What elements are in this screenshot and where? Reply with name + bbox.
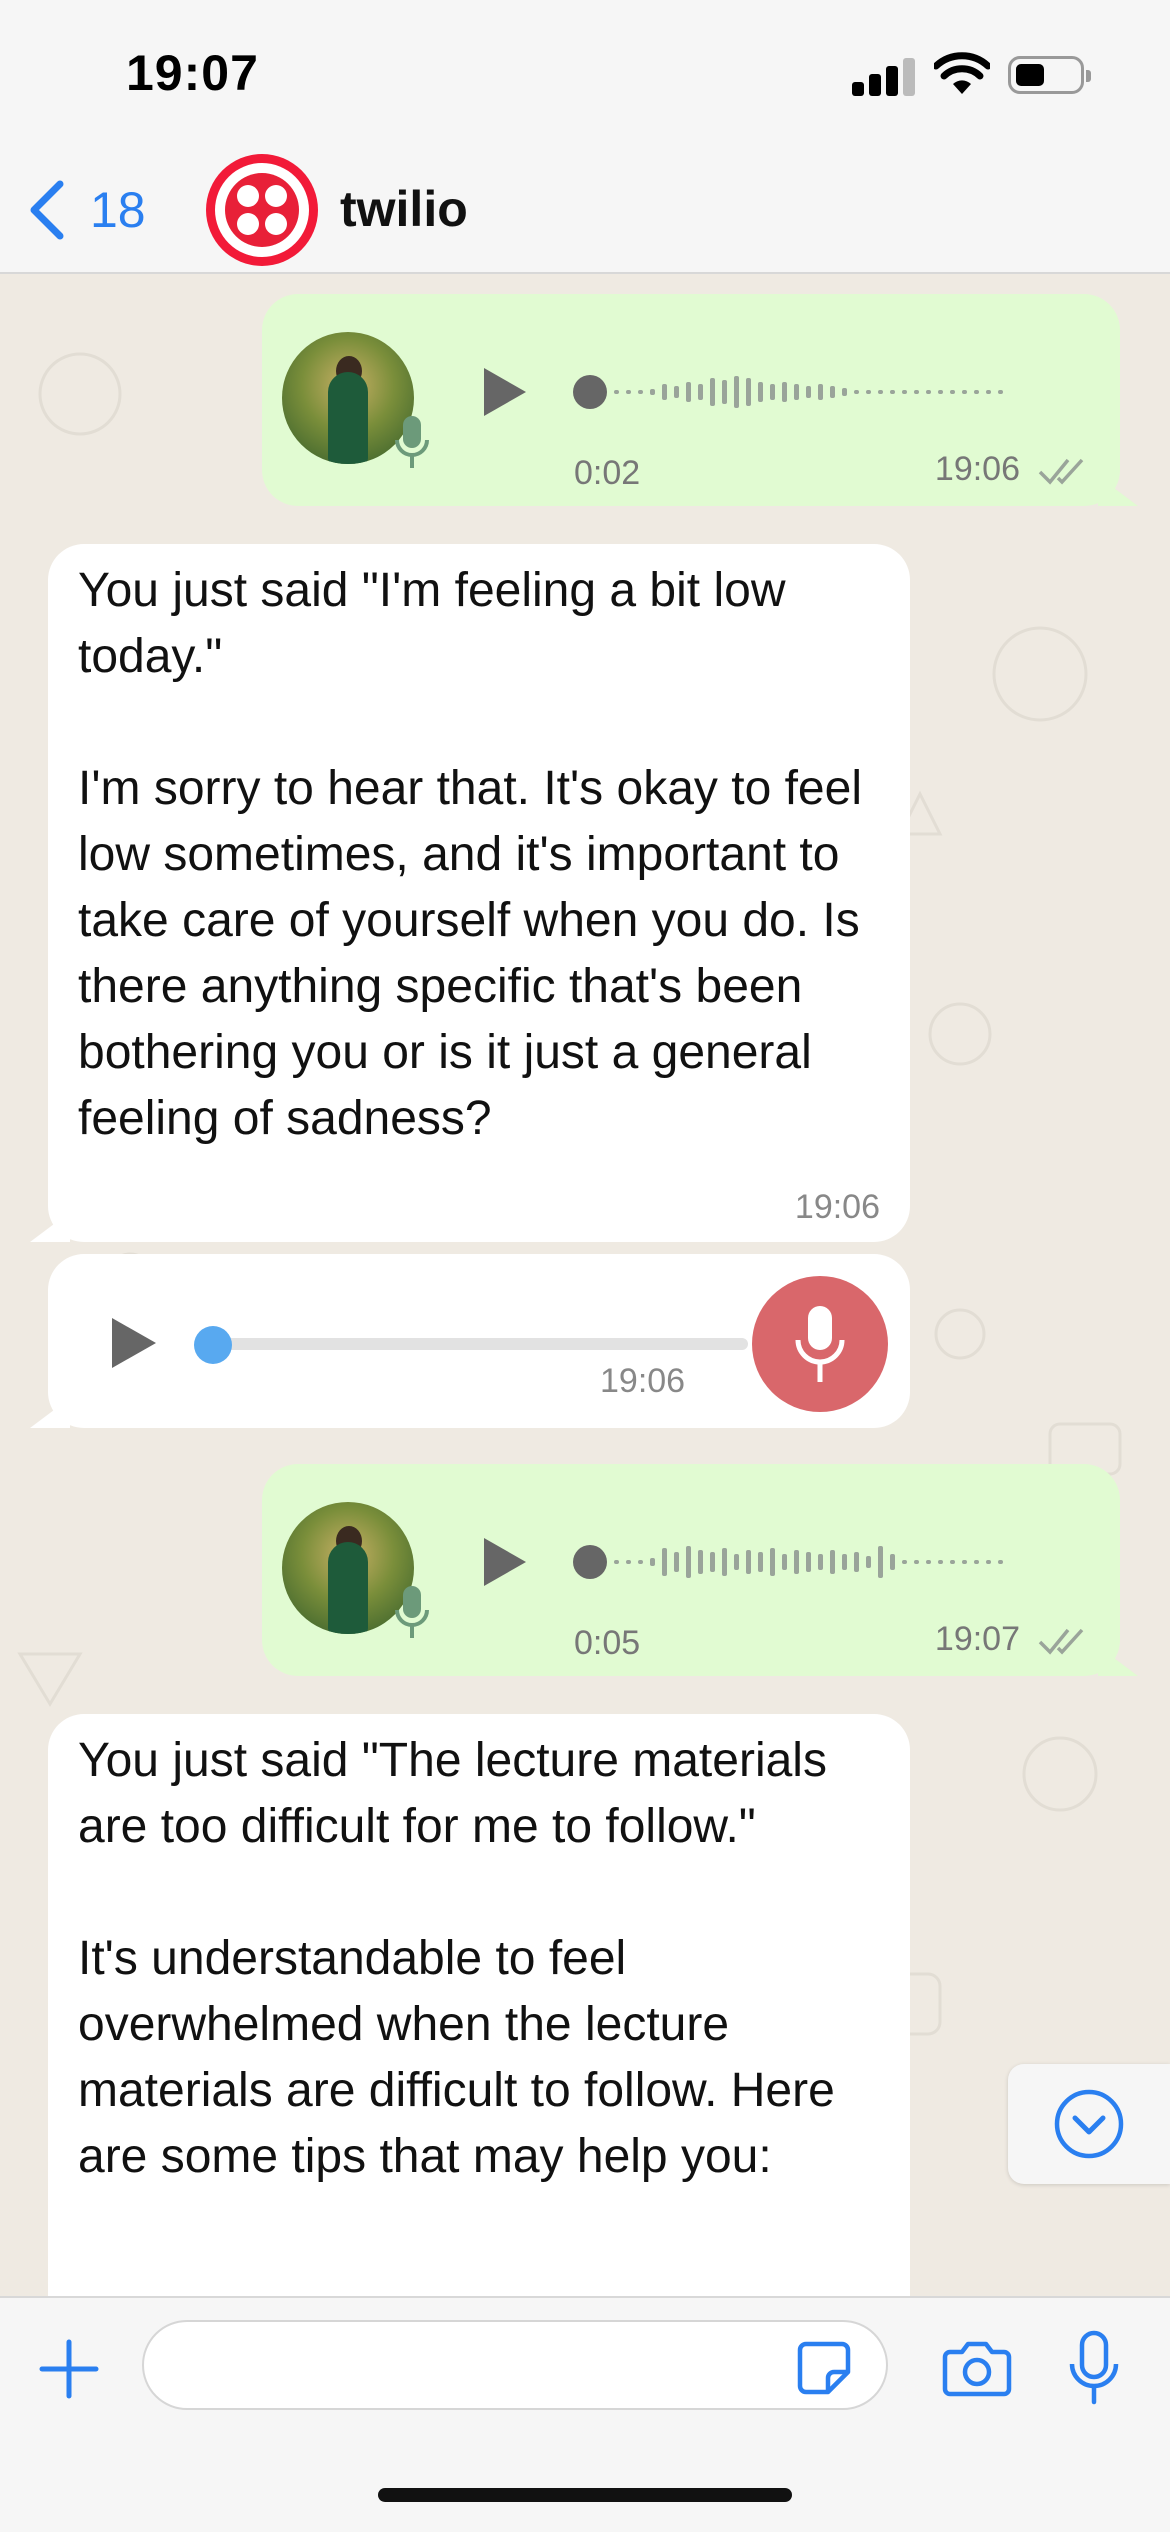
message-voice-outgoing[interactable]: 0:02 19:06 xyxy=(262,294,1138,506)
cellular-signal-icon xyxy=(852,56,916,96)
bubble-tail xyxy=(30,1212,70,1242)
contact-name[interactable]: twilio xyxy=(340,180,468,238)
message-audio-incoming[interactable]: 19:06 xyxy=(30,1254,910,1428)
microphone-icon xyxy=(395,1586,429,1638)
status-bar: 19:07 xyxy=(0,0,1170,150)
microphone-icon xyxy=(795,1306,845,1382)
home-indicator[interactable] xyxy=(378,2488,792,2502)
message-text-incoming[interactable]: You just said "I'm feeling a bit low tod… xyxy=(30,544,910,1242)
message-text: You just said "The lecture materials are… xyxy=(78,1734,835,2183)
back-button[interactable]: 18 xyxy=(24,172,164,248)
message-input[interactable] xyxy=(142,2320,888,2410)
play-icon[interactable] xyxy=(480,364,530,420)
message-time: 19:06 xyxy=(794,1188,880,1226)
status-time: 19:07 xyxy=(126,45,259,101)
voice-duration: 0:05 xyxy=(574,1624,641,1662)
message-time: 19:06 xyxy=(600,1362,686,1400)
waveform[interactable] xyxy=(572,1534,1012,1590)
read-receipt-icon xyxy=(1038,458,1084,485)
twilio-logo-icon xyxy=(225,173,299,247)
play-icon[interactable] xyxy=(108,1314,160,1372)
message-voice-outgoing[interactable]: 0:05 19:07 xyxy=(262,1464,1138,1676)
read-receipt-icon xyxy=(1038,1628,1084,1655)
unread-count: 18 xyxy=(90,182,146,238)
chat-header: 18 twilio xyxy=(0,150,1170,274)
message-text: You just said "I'm feeling a bit low tod… xyxy=(78,564,862,1145)
sticker-icon[interactable] xyxy=(796,2340,852,2396)
message-text-incoming[interactable]: You just said "The lecture materials are… xyxy=(48,1714,910,2296)
audio-progress-knob[interactable] xyxy=(194,1326,232,1364)
chat-area[interactable]: 0:02 19:06 You just said "I'm feeling a … xyxy=(0,274,1170,2296)
chevron-left-icon xyxy=(30,180,64,240)
waveform[interactable] xyxy=(572,364,1012,420)
camera-icon[interactable] xyxy=(942,2338,1012,2398)
battery-icon xyxy=(1008,56,1091,94)
microphone-icon[interactable] xyxy=(1068,2330,1120,2406)
message-time: 19:06 xyxy=(934,450,1020,488)
bubble-tail xyxy=(30,1398,70,1428)
plus-icon[interactable] xyxy=(38,2338,100,2400)
chevron-down-circle-icon xyxy=(1054,2089,1124,2159)
bubble-tail xyxy=(1098,476,1138,506)
wifi-icon xyxy=(934,52,990,94)
bubble-tail xyxy=(1098,1646,1138,1676)
scroll-to-bottom-button[interactable] xyxy=(1008,2064,1170,2184)
voice-duration: 0:02 xyxy=(574,454,641,492)
audio-progress-track[interactable] xyxy=(208,1338,748,1350)
contact-avatar[interactable] xyxy=(206,154,318,266)
microphone-icon xyxy=(395,416,429,468)
record-button[interactable] xyxy=(752,1276,888,1412)
message-time: 19:07 xyxy=(934,1620,1020,1658)
play-icon[interactable] xyxy=(480,1534,530,1590)
